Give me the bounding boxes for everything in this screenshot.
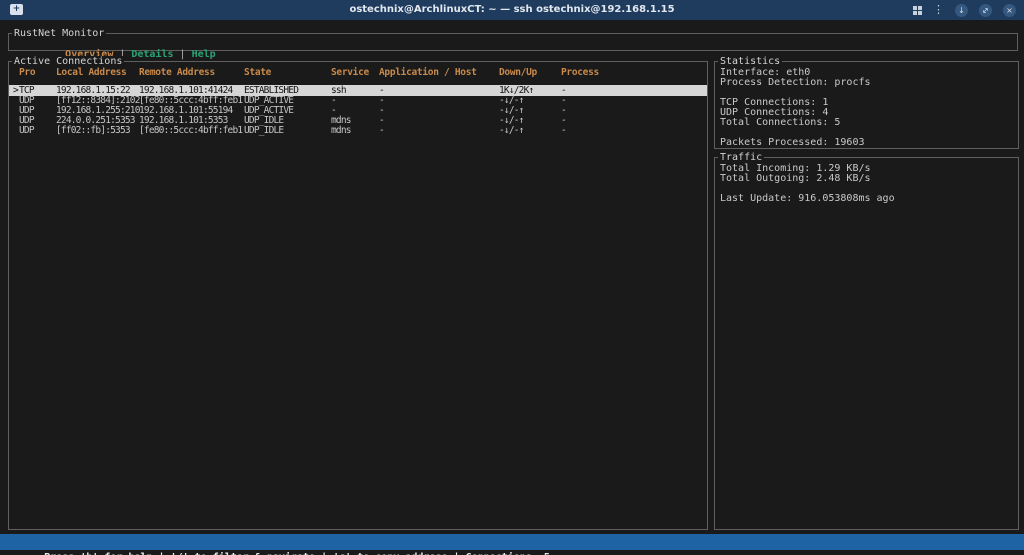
screen: + ostechnix@ArchlinuxCT: ~ — ssh ostechn… [0, 0, 1024, 555]
tab-help[interactable]: Help [192, 49, 216, 60]
stat-total-connections: Total Connections: 5 [720, 118, 1018, 128]
connections-table-body: > TCP 192.168.1.15:22 192.168.1.101:4142… [9, 85, 707, 136]
cell-process: - [561, 126, 707, 136]
cell-application-host: - [379, 106, 499, 116]
minimize-icon[interactable]: ↓ [955, 4, 968, 17]
connection-row[interactable]: UDP [ff02::fb]:5353 [fe80::5ccc:4bff:feb… [9, 126, 707, 136]
column-header-pro: Pro [19, 68, 56, 78]
cell-state: UDP_IDLE [244, 126, 331, 136]
cell-application-host: - [379, 85, 499, 96]
column-header-remote-address: Remote Address [139, 68, 244, 78]
column-header-local-address: Local Address [56, 68, 139, 78]
cell-service: - [331, 96, 379, 106]
terminal-app-icon: + [10, 4, 23, 15]
cell-local: [ff02::fb]:5353 [56, 126, 139, 136]
close-icon[interactable]: × [1003, 4, 1016, 17]
stat-process-detection: Process Detection: procfs [720, 78, 1018, 88]
statistics-panel-title: Statistics [718, 56, 782, 67]
column-header-process: Process [561, 68, 707, 78]
stat-packets-processed: Packets Processed: 19603 [720, 138, 1018, 148]
window-titlebar: + ostechnix@ArchlinuxCT: ~ — ssh ostechn… [0, 0, 1024, 20]
cell-pro: UDP [19, 126, 56, 136]
window-controls: ⋮ ↓ ↔ × [913, 0, 1016, 20]
cell-application-host: - [379, 96, 499, 106]
traffic-last-update: Last Update: 916.053808ms ago [720, 194, 1018, 204]
connections-panel-title: Active Connections [12, 56, 124, 67]
cell-process: - [561, 96, 707, 106]
tab-details[interactable]: Details [131, 49, 173, 60]
traffic-total-outgoing: Total Outgoing: 2.48 KB/s [720, 174, 1018, 184]
column-header-service: Service [331, 68, 379, 78]
column-header-application-host: Application / Host [379, 68, 499, 78]
traffic-panel: Traffic Total Incoming: 1.29 KB/s Total … [714, 157, 1019, 530]
tab-separator: | [180, 49, 186, 60]
cell-application-host: - [379, 116, 499, 126]
cell-remote: [fe80::5ccc:4bff:feb1 [139, 126, 244, 136]
cell-process: - [561, 106, 707, 116]
kebab-menu-icon[interactable]: ⋮ [933, 0, 944, 20]
window-title: ostechnix@ArchlinuxCT: ~ — ssh ostechnix… [0, 0, 1024, 20]
workspace-grid-icon[interactable] [913, 6, 922, 15]
traffic-panel-title: Traffic [718, 152, 764, 163]
column-header-down-up: Down/Up [499, 68, 561, 78]
cell-application-host: - [379, 126, 499, 136]
cell-down-up: -↓/-↑ [499, 126, 561, 136]
column-header-state: State [244, 68, 331, 78]
cell-process: - [561, 116, 707, 126]
terminal-app-icon-glyph: + [10, 4, 23, 15]
app-title: RustNet Monitor [12, 28, 106, 39]
connections-panel: Active Connections Pro Local Address Rem… [8, 61, 708, 530]
maximize-icon[interactable]: ↔ [976, 1, 994, 19]
connections-table-header: Pro Local Address Remote Address State S… [9, 68, 707, 78]
statistics-panel: Statistics Interface: eth0 Process Detec… [714, 61, 1019, 149]
cell-process: - [561, 85, 707, 96]
cell-service: mdns [331, 126, 379, 136]
status-bar: Press 'h' for help | '/' to filter & nav… [0, 534, 1024, 550]
cell-service: ssh [331, 85, 379, 96]
menu-panel: RustNet Monitor Overview|Details|Help [8, 33, 1018, 51]
terminal-viewport: RustNet Monitor Overview|Details|Help Ac… [0, 20, 1024, 555]
